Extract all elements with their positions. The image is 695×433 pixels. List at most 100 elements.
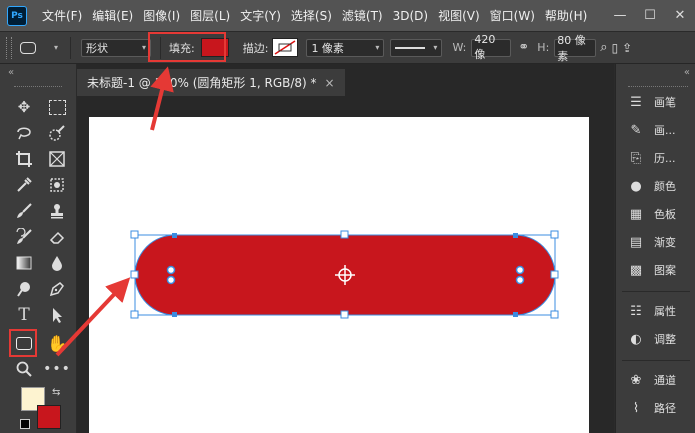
stroke-color-swatch[interactable] xyxy=(272,38,299,57)
document-area: 未标题-1 @ 100% (圆角矩形 1, RGB/8) * × xyxy=(77,64,614,433)
solid-line-icon xyxy=(395,46,426,49)
background-color-swatch[interactable] xyxy=(37,405,61,429)
history-icon: ⎘ xyxy=(630,150,642,166)
crop-tool-icon[interactable] xyxy=(12,148,36,170)
chevron-down-icon: ▾ xyxy=(375,43,380,52)
menu-view[interactable]: 视图(V) xyxy=(433,7,485,24)
gradient-tool-icon[interactable] xyxy=(12,252,36,274)
history-brush-tool-icon[interactable] xyxy=(12,226,36,248)
blur-tool-icon[interactable] xyxy=(45,252,69,274)
panel-channels[interactable]: ❀ 通道 xyxy=(626,368,676,392)
stroke-width-select[interactable]: 1 像素 ▾ xyxy=(306,38,385,57)
panel-properties[interactable]: ☷ 属性 xyxy=(626,299,676,323)
canvas[interactable] xyxy=(89,117,589,433)
default-colors-icon[interactable] xyxy=(20,419,30,429)
document-tab-title: 未标题-1 @ 100% (圆角矩形 1, RGB/8) * xyxy=(87,76,317,90)
spot-healing-tool-icon[interactable] xyxy=(45,174,69,196)
panel-paths[interactable]: ⌇ 路径 xyxy=(626,396,676,420)
chevron-down-icon: ▾ xyxy=(433,43,438,52)
menu-edit[interactable]: 编辑(E) xyxy=(87,7,138,24)
properties-sliders-icon: ☷ xyxy=(630,303,642,319)
zoom-tool-icon[interactable] xyxy=(12,358,36,380)
quick-selection-tool-icon[interactable] xyxy=(45,122,69,144)
height-input[interactable]: 80 像素 xyxy=(554,34,597,63)
path-selection-tool-icon[interactable] xyxy=(45,304,69,326)
panel-history[interactable]: ⎘ 历... xyxy=(626,146,676,170)
search-icon[interactable]: ⌕ xyxy=(600,40,607,55)
photoshop-logo-icon: Ps xyxy=(7,5,27,26)
close-tab-icon[interactable]: × xyxy=(325,76,335,90)
menu-layer[interactable]: 图层(L) xyxy=(185,7,235,24)
panel-patterns[interactable]: ▩ 图案 xyxy=(626,258,676,282)
menu-filter[interactable]: 滤镜(T) xyxy=(337,7,388,24)
right-panel-dock: « ☰ 画笔 ✎ 画... ⎘ 历... ● 颜色 ▦ 色板 ▤ 渐变 ▩ 图案… xyxy=(615,64,695,433)
marquee-tool-icon[interactable] xyxy=(45,96,69,118)
height-label: H: xyxy=(537,41,550,54)
menu-3d[interactable]: 3D(D) xyxy=(388,9,433,23)
channels-icon: ❀ xyxy=(630,372,642,388)
palette-icon: ● xyxy=(630,178,642,194)
panel-brush-presets-label: 画... xyxy=(654,124,676,137)
collapse-toolbar-icon[interactable]: « xyxy=(8,67,14,78)
panel-brush-presets[interactable]: ✎ 画... xyxy=(626,118,676,142)
panel-patterns-label: 图案 xyxy=(654,264,676,277)
menu-bar: Ps 文件(F) 编辑(E) 图像(I) 图层(L) 文字(Y) 选择(S) 滤… xyxy=(0,0,695,31)
brush-tool-icon[interactable] xyxy=(12,200,36,222)
pen-tool-icon[interactable] xyxy=(45,278,69,300)
hand-tool-icon[interactable]: ✋ xyxy=(45,332,69,354)
window-controls: — ☐ ✕ xyxy=(605,0,695,31)
type-tool-icon[interactable]: T xyxy=(12,304,36,326)
menu-type[interactable]: 文字(Y) xyxy=(235,7,286,24)
menu-file[interactable]: 文件(F) xyxy=(37,7,87,24)
document-tab[interactable]: 未标题-1 @ 100% (圆角矩形 1, RGB/8) * × xyxy=(77,69,345,96)
move-tool-icon[interactable]: ✥ xyxy=(12,96,36,118)
width-input[interactable]: 420 像 xyxy=(471,33,512,61)
width-value: 420 像 xyxy=(474,33,496,61)
link-icon[interactable]: ⚭ xyxy=(518,40,529,55)
options-bar: ▾ 形状 ▾ 填充: 描边: 1 像素 ▾ ▾ W: 420 像 ⚭ H: 80… xyxy=(0,31,695,64)
shape-mode-select[interactable]: 形状 ▾ xyxy=(81,38,151,57)
close-window-button[interactable]: ✕ xyxy=(665,8,695,23)
lasso-tool-icon[interactable] xyxy=(12,122,36,144)
menu-image[interactable]: 图像(I) xyxy=(138,7,185,24)
stroke-label: 描边: xyxy=(242,41,269,55)
height-value: 80 像素 xyxy=(557,33,586,63)
minimize-button[interactable]: — xyxy=(605,8,635,23)
panel-color[interactable]: ● 颜色 xyxy=(626,174,676,198)
panel-properties-label: 属性 xyxy=(654,305,676,318)
swap-colors-icon[interactable]: ⇆ xyxy=(52,387,60,398)
panel-adjustments[interactable]: ◐ 调整 xyxy=(626,327,676,351)
shape-mode-value: 形状 xyxy=(86,41,108,55)
panel-paths-label: 路径 xyxy=(654,402,676,415)
panel-swatches-label: 色板 xyxy=(654,208,676,221)
more-tools-icon[interactable]: ••• xyxy=(43,358,70,380)
eyedropper-tool-icon[interactable] xyxy=(12,174,36,196)
chevron-down-icon: ▾ xyxy=(141,43,146,52)
stamp-tool-icon[interactable] xyxy=(45,200,69,222)
shape-layer xyxy=(130,230,559,319)
eraser-tool-icon[interactable] xyxy=(45,226,69,248)
dodge-tool-icon[interactable] xyxy=(12,278,36,300)
collapse-panels-icon[interactable]: « xyxy=(684,67,690,78)
align-icon[interactable]: ▯ xyxy=(612,41,619,55)
frame-tool-icon[interactable] xyxy=(45,148,69,170)
panel-brushes[interactable]: ☰ 画笔 xyxy=(626,90,676,114)
panel-gradients[interactable]: ▤ 渐变 xyxy=(626,230,676,254)
rounded-rect-icon xyxy=(20,41,36,54)
menu-select[interactable]: 选择(S) xyxy=(286,7,337,24)
share-icon[interactable]: ⇪ xyxy=(622,41,632,55)
options-grip[interactable] xyxy=(6,36,12,59)
rounded-rectangle-tool-icon[interactable] xyxy=(12,332,36,354)
tool-preset-picker[interactable]: ▾ xyxy=(20,37,58,59)
panel-color-label: 颜色 xyxy=(654,180,676,193)
panel-history-label: 历... xyxy=(654,152,676,165)
panel-swatches[interactable]: ▦ 色板 xyxy=(626,202,676,226)
maximize-button[interactable]: ☐ xyxy=(635,8,665,23)
gradient-icon: ▤ xyxy=(629,234,643,250)
brush-icon: ✎ xyxy=(630,122,642,138)
menu-window[interactable]: 窗口(W) xyxy=(485,7,540,24)
menu-help[interactable]: 帮助(H) xyxy=(540,7,592,24)
stroke-type-select[interactable]: ▾ xyxy=(390,38,443,57)
tools-panel: « ✥ T ✋ ••• ⇆ xyxy=(0,64,77,433)
chevron-down-icon: ▾ xyxy=(53,43,58,52)
